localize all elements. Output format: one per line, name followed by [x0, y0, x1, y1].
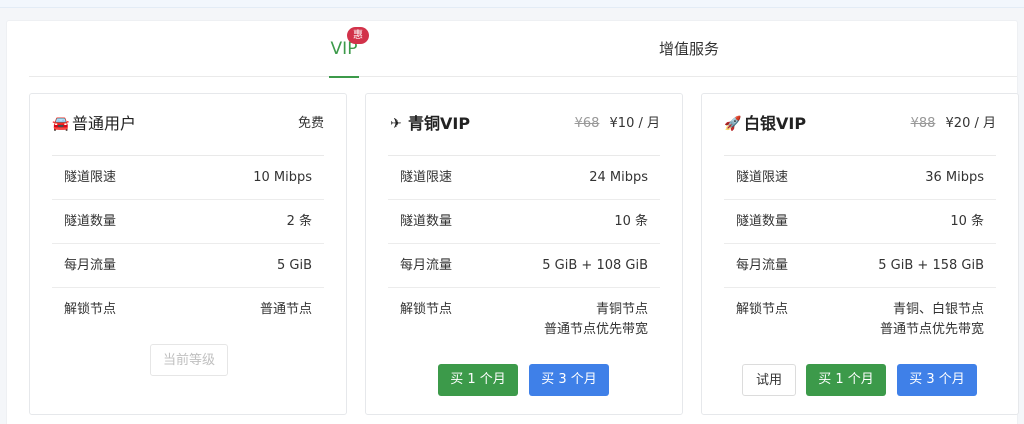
- plan-price: 免费: [298, 115, 324, 133]
- price-current: ¥10 / 月: [609, 116, 660, 131]
- price-original: ¥88: [910, 116, 936, 131]
- feature-label: 隧道限速: [400, 170, 453, 185]
- plan-card-bronze: ✈ 青铜VIP ¥68 ¥10 / 月 隧道限速 24 Mibps 隧道数量 1…: [365, 93, 683, 415]
- plan-price: ¥88 ¥20 / 月: [911, 115, 996, 133]
- feature-value: 10 条: [950, 214, 984, 229]
- plan-card-silver: 🚀 白银VIP ¥88 ¥20 / 月 隧道限速 36 Mibps 隧道数量 1…: [701, 93, 1019, 415]
- feature-row: 每月流量 5 GiB + 158 GiB: [724, 244, 996, 288]
- plan-features: 隧道限速 24 Mibps 隧道数量 10 条 每月流量 5 GiB + 108…: [388, 156, 660, 340]
- tab-value-added-services[interactable]: 增值服务: [659, 21, 719, 77]
- plan-price: ¥68 ¥10 / 月: [575, 115, 660, 133]
- plan-features: 隧道限速 10 Mibps 隧道数量 2 条 每月流量 5 GiB 解锁节点 普…: [52, 156, 324, 340]
- feature-label: 隧道数量: [736, 214, 789, 229]
- feature-row: 隧道限速 10 Mibps: [52, 156, 324, 200]
- plan-card-header: 🚘 普通用户 免费: [52, 94, 324, 156]
- feature-row: 解锁节点 青铜节点 普通节点优先带宽: [388, 288, 660, 340]
- feature-row: 隧道数量 10 条: [388, 200, 660, 244]
- pricing-panel: VIP 惠 增值服务 🚘 普通用户 免费 隧道限速 10 Mibps 隧道数量 …: [6, 20, 1019, 424]
- feature-label: 隧道限速: [64, 170, 117, 185]
- feature-value: 10 条: [614, 214, 648, 229]
- feature-value: 青铜节点: [595, 302, 648, 317]
- feature-label: 隧道数量: [400, 214, 453, 229]
- feature-value: 普通节点: [259, 302, 312, 317]
- feature-label: 每月流量: [64, 258, 117, 273]
- tab-vip[interactable]: VIP 惠: [329, 21, 369, 78]
- plan-tabs: VIP 惠 增值服务: [29, 21, 1017, 78]
- feature-label: 隧道限速: [736, 170, 789, 185]
- feature-row: 解锁节点 青铜、白银节点 普通节点优先带宽: [724, 288, 996, 340]
- price-current: 免费: [297, 116, 324, 131]
- plan-features: 隧道限速 36 Mibps 隧道数量 10 条 每月流量 5 GiB + 158…: [724, 156, 996, 340]
- plane-icon: ✈: [390, 116, 402, 132]
- trial-button[interactable]: 试用: [742, 364, 796, 396]
- current-level-button: 当前等级: [150, 344, 228, 376]
- price-original: ¥68: [574, 116, 600, 131]
- feature-value-extra: 普通节点优先带宽: [543, 322, 648, 337]
- buy-1-month-button[interactable]: 买 1 个月: [438, 364, 518, 396]
- feature-label: 每月流量: [736, 258, 789, 273]
- buy-1-month-button[interactable]: 买 1 个月: [806, 364, 886, 396]
- feature-value: 5 GiB + 158 GiB: [878, 258, 984, 273]
- discount-badge: 惠: [347, 27, 369, 44]
- plan-name: 普通用户: [72, 114, 137, 133]
- feature-row: 每月流量 5 GiB + 108 GiB: [388, 244, 660, 288]
- feature-label: 解锁节点: [736, 302, 789, 317]
- feature-value: 24 Mibps: [589, 170, 648, 185]
- feature-label: 解锁节点: [64, 302, 117, 317]
- feature-row: 解锁节点 普通节点: [52, 288, 324, 340]
- feature-row: 隧道限速 36 Mibps: [724, 156, 996, 200]
- feature-label: 隧道数量: [64, 214, 117, 229]
- buy-3-months-button[interactable]: 买 3 个月: [897, 364, 977, 396]
- plan-card-header: ✈ 青铜VIP ¥68 ¥10 / 月: [388, 94, 660, 156]
- plan-name: 白银VIP: [744, 114, 807, 133]
- feature-label: 解锁节点: [400, 302, 453, 317]
- feature-value: 10 Mibps: [253, 170, 312, 185]
- feature-value: 青铜、白银节点: [892, 302, 984, 317]
- car-icon: 🚘: [52, 116, 70, 132]
- feature-row: 隧道数量 10 条: [724, 200, 996, 244]
- rocket-icon: 🚀: [724, 116, 742, 132]
- plan-name: 青铜VIP: [408, 114, 471, 133]
- price-current: ¥20 / 月: [945, 116, 996, 131]
- active-tab-underline: [329, 76, 359, 78]
- feature-value: 36 Mibps: [925, 170, 984, 185]
- top-notice-strip: [0, 0, 1024, 8]
- feature-row: 隧道数量 2 条: [52, 200, 324, 244]
- plan-card-free: 🚘 普通用户 免费 隧道限速 10 Mibps 隧道数量 2 条 每月流量 5 …: [29, 93, 347, 415]
- feature-row: 隧道限速 24 Mibps: [388, 156, 660, 200]
- feature-label: 每月流量: [400, 258, 453, 273]
- plan-card-header: 🚀 白银VIP ¥88 ¥20 / 月: [724, 94, 996, 156]
- feature-value: 5 GiB + 108 GiB: [542, 258, 648, 273]
- feature-value: 5 GiB: [276, 258, 312, 273]
- feature-value: 2 条: [286, 214, 312, 229]
- buy-3-months-button[interactable]: 买 3 个月: [529, 364, 609, 396]
- feature-row: 每月流量 5 GiB: [52, 244, 324, 288]
- feature-value-extra: 普通节点优先带宽: [879, 322, 984, 337]
